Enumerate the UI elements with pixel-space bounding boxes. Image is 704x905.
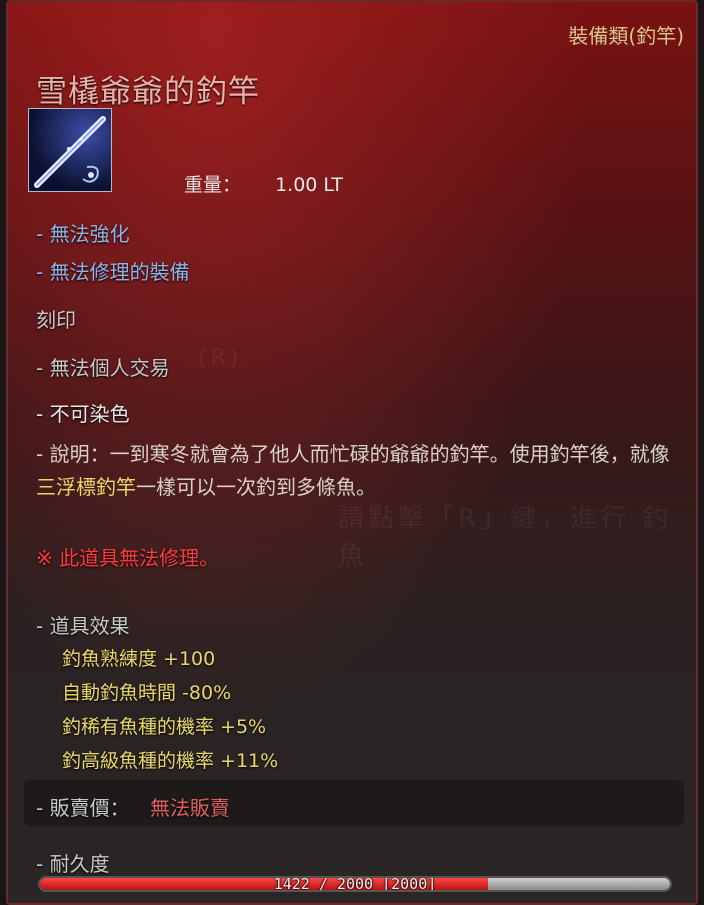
repair-warning: ※ 此道具無法修理。 xyxy=(36,546,220,570)
dye-restriction: - 不可染色 xyxy=(36,402,130,426)
weight-label: 重量： xyxy=(184,174,242,196)
effect-high-grade-fish-rate: 釣高級魚種的機率 +11% xyxy=(62,750,279,772)
description-text: - 說明：一到寒冬就會為了他人而忙碌的爺爺的釣竿。使用釣竿後，就像 xyxy=(36,442,670,466)
item-description: - 說明：一到寒冬就會為了他人而忙碌的爺爺的釣竿。使用釣竿後，就像三浮標釣竿一樣… xyxy=(36,438,676,504)
item-category: 裝備類(釣竿) xyxy=(568,24,684,48)
description-text-end: 一樣可以一次釣到多條魚。 xyxy=(136,475,376,499)
effect-auto-fishing-time: 自動釣魚時間 -80% xyxy=(62,682,232,704)
item-tooltip: 請點擊「R」鍵，進行 釣魚 (R) 裝備類(釣竿) 雪橇爺爺的釣竿 重量： 1.… xyxy=(6,0,698,905)
description-highlight: 三浮標釣竿 xyxy=(36,475,136,499)
property-no-repair: - 無法修理的裝備 xyxy=(36,260,190,284)
engrave-label: 刻印 xyxy=(36,308,76,332)
trade-restriction: - 無法個人交易 xyxy=(36,356,170,380)
sell-price-value: 無法販賣 xyxy=(149,796,230,820)
effects-header: - 道具效果 xyxy=(36,614,130,638)
item-name: 雪橇爺爺的釣竿 xyxy=(36,74,260,110)
property-no-enhance: - 無法強化 xyxy=(36,222,130,246)
background-hint: 請點擊「R」鍵，進行 釣魚 xyxy=(338,504,673,571)
fishing-rod-icon xyxy=(28,108,112,192)
background-key: (R) xyxy=(198,346,243,371)
item-weight: 重量： 1.00 LT xyxy=(184,170,343,197)
effect-fishing-mastery: 釣魚熟練度 +100 xyxy=(62,648,216,670)
sell-price: - 販賣價： 無法販賣 xyxy=(36,792,230,821)
durability-label: - 耐久度 xyxy=(36,852,110,876)
weight-value: 1.00 LT xyxy=(275,174,343,196)
durability-text: 1422 / 2000 [2000] xyxy=(273,876,437,892)
effect-rare-fish-rate: 釣稀有魚種的機率 +5% xyxy=(62,716,267,738)
sell-price-label: - 販賣價： xyxy=(36,796,130,820)
durability-bar: 1422 / 2000 [2000] xyxy=(38,876,672,892)
